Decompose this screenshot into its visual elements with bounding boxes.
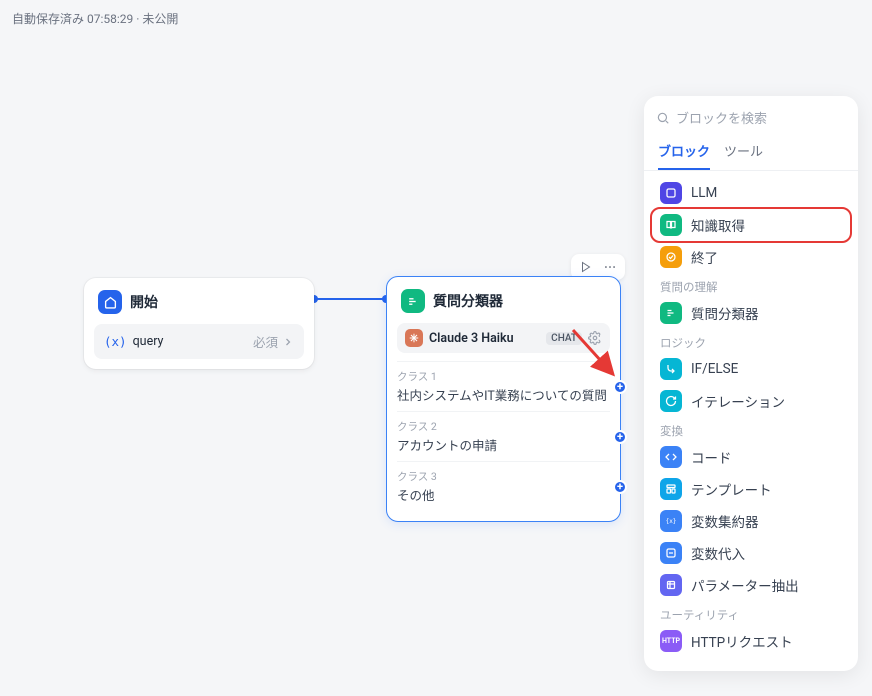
separator: · [136, 12, 139, 26]
block-label: 質問分類器 [691, 303, 759, 323]
output-port-3[interactable]: + [613, 480, 627, 494]
node-classifier-title: 質問分類器 [433, 291, 503, 311]
gear-icon[interactable] [588, 331, 602, 345]
block-knowledge-retrieval[interactable]: 知識取得 [652, 209, 850, 241]
class-label: クラス 3 [397, 469, 610, 484]
panel-list: LLM 知識取得 終了 質問の理解 質問分類器 ロジック IF/ELSE イテレ… [644, 171, 858, 663]
variable-row-query[interactable]: (x) query 必須 [94, 324, 304, 359]
svg-text:{x}: {x} [666, 518, 677, 525]
block-label: パラメーター抽出 [691, 575, 799, 595]
section-utility: ユーティリティ [652, 601, 850, 625]
chevron-right-icon [282, 336, 294, 348]
tab-tools[interactable]: ツール [724, 135, 763, 170]
block-llm[interactable]: LLM [652, 177, 850, 209]
block-template[interactable]: テンプレート [652, 473, 850, 505]
block-label: 変数集約器 [691, 511, 759, 531]
node-start[interactable]: 開始 (x) query 必須 [84, 278, 314, 369]
block-question-classifier[interactable]: 質問分類器 [652, 297, 850, 329]
node-start-title: 開始 [130, 292, 158, 312]
panel-tabs: ブロック ツール [644, 135, 858, 171]
model-name: Claude 3 Haiku [429, 331, 540, 346]
block-label: 変数代入 [691, 543, 745, 563]
node-start-header: 開始 [84, 278, 314, 324]
run-button[interactable] [577, 258, 595, 276]
classifier-list-icon [660, 302, 682, 324]
assign-icon [660, 542, 682, 564]
required-label: 必須 [253, 332, 278, 351]
block-label: LLM [691, 185, 717, 201]
iteration-icon [660, 390, 682, 412]
class-label: クラス 1 [397, 369, 610, 384]
classifier-icon [401, 289, 425, 313]
node-question-classifier[interactable]: 質問分類器 ✳ Claude 3 Haiku CHAT クラス 1 社内システム… [386, 276, 621, 522]
block-end[interactable]: 終了 [652, 241, 850, 273]
knowledge-icon [660, 214, 682, 236]
block-code[interactable]: コード [652, 441, 850, 473]
param-icon [660, 574, 682, 596]
publish-status: 未公開 [142, 12, 178, 26]
block-label: 終了 [691, 247, 718, 267]
class-item-2[interactable]: クラス 2 アカウントの申請 + [397, 411, 610, 461]
panel-search[interactable]: ブロックを検索 [656, 108, 846, 127]
http-icon: HTTP [660, 630, 682, 652]
output-port-1[interactable]: + [613, 380, 627, 394]
output-port-2[interactable]: + [613, 430, 627, 444]
block-parameter-extractor[interactable]: パラメーター抽出 [652, 569, 850, 601]
block-label: イテレーション [691, 391, 785, 411]
block-variable-aggregator[interactable]: {x} 変数集約器 [652, 505, 850, 537]
section-logic: ロジック [652, 329, 850, 353]
block-label: 知識取得 [691, 215, 745, 235]
more-button[interactable] [601, 258, 619, 276]
aggregator-icon: {x} [660, 510, 682, 532]
class-item-1[interactable]: クラス 1 社内システムやIT業務についての質問 + [397, 361, 610, 411]
node-classifier-header: 質問分類器 [387, 277, 620, 323]
block-variable-assign[interactable]: 変数代入 [652, 537, 850, 569]
block-label: コード [691, 447, 732, 467]
anthropic-icon: ✳ [405, 329, 423, 347]
autosave-text: 自動保存済み 07:58:29 [12, 12, 133, 26]
block-http-request[interactable]: HTTP HTTPリクエスト [652, 625, 850, 657]
block-label: IF/ELSE [691, 361, 738, 377]
template-icon [660, 478, 682, 500]
end-icon [660, 246, 682, 268]
edge-start-to-classifier[interactable] [314, 298, 386, 300]
class-item-3[interactable]: クラス 3 その他 + [397, 461, 610, 511]
status-bar: 自動保存済み 07:58:29 · 未公開 [12, 10, 178, 27]
search-placeholder: ブロックを検索 [676, 108, 767, 127]
ifelse-icon [660, 358, 682, 380]
class-list: クラス 1 社内システムやIT業務についての質問 + クラス 2 アカウントの申… [387, 361, 620, 521]
block-if-else[interactable]: IF/ELSE [652, 353, 850, 385]
blocks-panel: ブロックを検索 ブロック ツール LLM 知識取得 終了 質問の理解 質問分類器… [644, 96, 858, 671]
block-label: テンプレート [691, 479, 772, 499]
section-transform: 変換 [652, 417, 850, 441]
variable-name: query [133, 334, 164, 349]
model-selector[interactable]: ✳ Claude 3 Haiku CHAT [397, 323, 610, 353]
class-text: その他 [397, 485, 610, 504]
block-label: HTTPリクエスト [691, 631, 793, 651]
class-text: アカウントの申請 [397, 435, 610, 454]
variable-icon: (x) [104, 334, 127, 349]
class-label: クラス 2 [397, 419, 610, 434]
block-iteration[interactable]: イテレーション [652, 385, 850, 417]
class-text: 社内システムやIT業務についての質問 [397, 385, 610, 404]
code-icon [660, 446, 682, 468]
search-icon [656, 111, 670, 125]
section-question: 質問の理解 [652, 273, 850, 297]
llm-icon [660, 182, 682, 204]
chat-badge: CHAT [546, 332, 582, 345]
tab-blocks[interactable]: ブロック [658, 135, 710, 170]
home-icon [98, 290, 122, 314]
